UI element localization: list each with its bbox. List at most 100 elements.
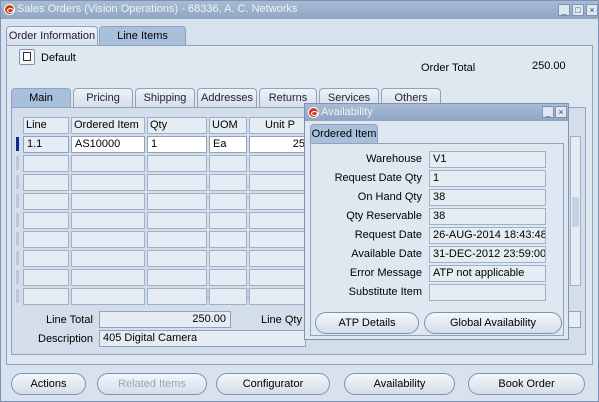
empty-cell[interactable] — [71, 269, 145, 286]
empty-cell[interactable] — [23, 288, 69, 305]
tab-order-information[interactable]: Order Information — [6, 26, 98, 46]
empty-cell[interactable] — [147, 250, 207, 267]
close-icon[interactable]: × — [555, 106, 567, 118]
popup-field-value[interactable]: 1 — [429, 170, 546, 187]
line-total-field[interactable]: 250.00 — [99, 311, 231, 328]
empty-cell[interactable] — [209, 212, 247, 229]
empty-cell[interactable] — [71, 212, 145, 229]
empty-cell[interactable] — [209, 174, 247, 191]
empty-cell[interactable] — [23, 250, 69, 267]
vertical-scrollbar[interactable] — [570, 136, 581, 286]
empty-cell[interactable] — [23, 231, 69, 248]
default-label: Default — [41, 52, 76, 64]
cell-unit-price[interactable]: 25 — [249, 136, 309, 153]
empty-cell[interactable] — [71, 231, 145, 248]
window-titlebar[interactable]: Sales Orders (Vision Operations) - 68336… — [1, 1, 598, 19]
configurator-button[interactable]: Configurator — [216, 373, 330, 395]
empty-cell[interactable] — [249, 212, 309, 229]
empty-cell[interactable] — [23, 212, 69, 229]
popup-field-label: On Hand Qty — [357, 191, 422, 203]
oracle-logo-icon — [308, 107, 319, 118]
minimize-icon[interactable]: _ — [542, 106, 554, 118]
tab-addresses[interactable]: Addresses — [197, 88, 257, 108]
cell-ordered-item[interactable]: AS10000 — [71, 136, 145, 153]
availability-button[interactable]: Availability — [344, 373, 455, 395]
empty-cell[interactable] — [249, 193, 309, 210]
empty-cell[interactable] — [147, 155, 207, 172]
empty-cell[interactable] — [209, 155, 247, 172]
oracle-logo-icon — [4, 4, 15, 15]
global-availability-button[interactable]: Global Availability — [424, 312, 562, 334]
record-indicator — [16, 156, 19, 170]
tab-shipping[interactable]: Shipping — [135, 88, 195, 108]
empty-cell[interactable] — [147, 231, 207, 248]
line-total-label: Line Total — [46, 314, 93, 326]
empty-cell[interactable] — [71, 155, 145, 172]
column-header-qty: Qty — [147, 117, 207, 134]
column-header-line: Line — [23, 117, 69, 134]
minimize-icon[interactable]: _ — [558, 4, 570, 16]
empty-cell[interactable] — [249, 155, 309, 172]
record-indicator — [16, 289, 19, 303]
maximize-icon[interactable]: □ — [572, 4, 584, 16]
popup-field-label: Warehouse — [366, 153, 422, 165]
tab-pricing[interactable]: Pricing — [73, 88, 133, 108]
popup-field-value[interactable]: 31-DEC-2012 23:59:00 — [429, 246, 546, 263]
record-indicator — [16, 194, 19, 208]
description-field[interactable]: 405 Digital Camera — [99, 330, 306, 347]
popup-titlebar[interactable]: Availability _ × — [305, 104, 568, 121]
order-total-value: 250.00 — [532, 60, 566, 72]
popup-field-value[interactable]: 26-AUG-2014 18:43:48 — [429, 227, 546, 244]
availability-popup: Availability _ × Ordered Item ATP Detail… — [304, 103, 569, 340]
default-icon[interactable] — [19, 49, 35, 65]
order-total-label: Order Total — [421, 62, 476, 74]
empty-cell[interactable] — [249, 269, 309, 286]
empty-cell[interactable] — [209, 231, 247, 248]
empty-cell[interactable] — [209, 250, 247, 267]
popup-field-value[interactable]: ATP not applicable — [429, 265, 546, 282]
empty-cell[interactable] — [147, 212, 207, 229]
tab-line-items[interactable]: Line Items — [99, 26, 186, 46]
actions-button[interactable]: Actions — [11, 373, 86, 395]
tab-ordered-item[interactable]: Ordered Item — [310, 124, 378, 144]
empty-cell[interactable] — [71, 193, 145, 210]
tab-main[interactable]: Main — [11, 88, 71, 108]
popup-field-value[interactable]: 38 — [429, 189, 546, 206]
related-items-button[interactable]: Related Items — [97, 373, 207, 395]
empty-cell[interactable] — [23, 269, 69, 286]
atp-details-button[interactable]: ATP Details — [315, 312, 419, 334]
empty-cell[interactable] — [71, 288, 145, 305]
empty-cell[interactable] — [71, 250, 145, 267]
cell-qty[interactable]: 1 — [147, 136, 207, 153]
empty-cell[interactable] — [249, 231, 309, 248]
empty-cell[interactable] — [71, 174, 145, 191]
empty-cell[interactable] — [249, 174, 309, 191]
cell-line[interactable]: 1.1 — [23, 136, 69, 153]
empty-cell[interactable] — [249, 288, 309, 305]
close-icon[interactable]: × — [586, 4, 598, 16]
book-order-button[interactable]: Book Order — [468, 373, 585, 395]
popup-field-value[interactable]: 38 — [429, 208, 546, 225]
record-indicator — [16, 270, 19, 284]
empty-cell[interactable] — [23, 174, 69, 191]
empty-cell[interactable] — [209, 269, 247, 286]
popup-field-value[interactable]: V1 — [429, 151, 546, 168]
column-header-unit-price: Unit P — [249, 117, 309, 134]
empty-cell[interactable] — [249, 250, 309, 267]
empty-cell[interactable] — [23, 193, 69, 210]
record-indicator — [16, 213, 19, 227]
empty-cell[interactable] — [23, 155, 69, 172]
cell-uom[interactable]: Ea — [209, 136, 247, 153]
empty-cell[interactable] — [147, 269, 207, 286]
popup-field-label: Substitute Item — [348, 286, 422, 298]
empty-cell[interactable] — [209, 288, 247, 305]
empty-cell[interactable] — [147, 288, 207, 305]
empty-cell[interactable] — [147, 174, 207, 191]
record-indicator — [16, 175, 19, 189]
record-indicator — [16, 251, 19, 265]
empty-cell[interactable] — [147, 193, 207, 210]
popup-field-value[interactable] — [429, 284, 546, 301]
empty-cell[interactable] — [209, 193, 247, 210]
popup-field-label: Error Message — [349, 267, 422, 279]
window-title: Sales Orders (Vision Operations) - 68336… — [17, 3, 298, 15]
